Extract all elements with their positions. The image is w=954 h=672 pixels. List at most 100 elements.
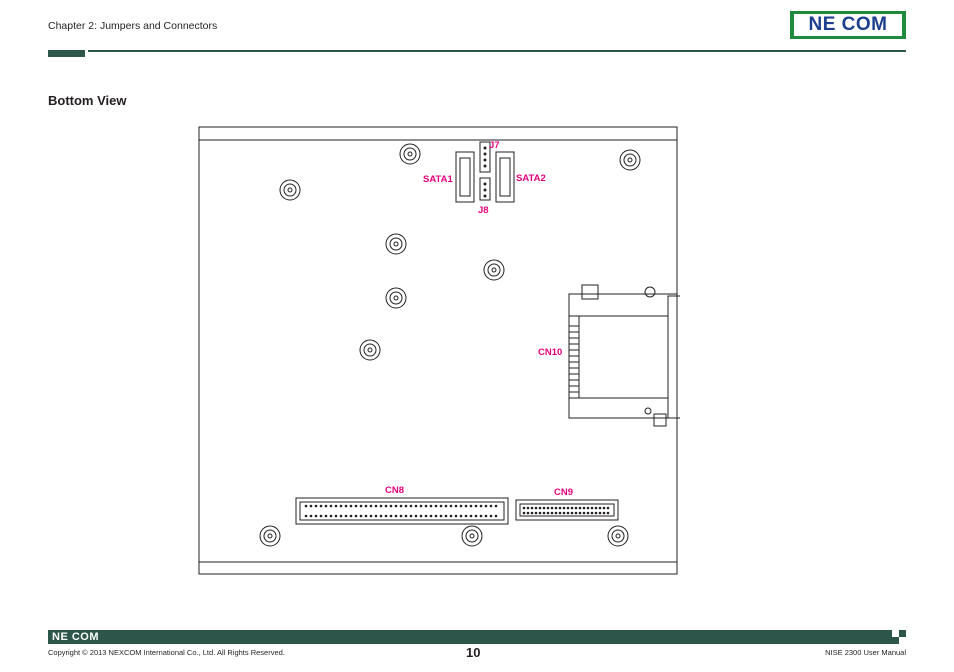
connector-pin [439, 504, 443, 508]
connector-pin [349, 504, 353, 508]
connector-pin [339, 514, 343, 518]
connector-pin [429, 504, 433, 508]
connector-pin [558, 506, 562, 510]
cn9-label: CN9 [554, 487, 573, 498]
connector-pin [479, 504, 483, 508]
connector-pin [570, 506, 574, 510]
connector-pin [534, 511, 538, 515]
connector-pin [494, 514, 498, 518]
connector-pin [379, 504, 383, 508]
connector-pin [598, 506, 602, 510]
connector-pin [314, 504, 318, 508]
connector-pin [344, 514, 348, 518]
footer-logo: NE COM [52, 631, 99, 643]
connector-pin [459, 504, 463, 508]
connector-pin [570, 511, 574, 515]
connector-pin [409, 514, 413, 518]
connector-pin [578, 506, 582, 510]
connector-pin [414, 504, 418, 508]
footer-bar [48, 630, 906, 644]
connector-pin [419, 504, 423, 508]
connector-pin [522, 506, 526, 510]
connector-pin [464, 514, 468, 518]
connector-pin [550, 506, 554, 510]
connector-pin [586, 506, 590, 510]
connector-pin [359, 514, 363, 518]
connector-pin [354, 504, 358, 508]
connector-pin [409, 504, 413, 508]
footer-square [899, 637, 906, 644]
connector-pin [374, 514, 378, 518]
connector-pin [454, 504, 458, 508]
connector-pin [349, 514, 353, 518]
board-diagram: J7 SATA1 SATA2 J8 CN10 CN8 CN9 [198, 126, 680, 575]
connector-pin [582, 506, 586, 510]
connector-pin [594, 511, 598, 515]
connector-pin [329, 514, 333, 518]
connector-pin [309, 504, 313, 508]
copyright: Copyright © 2013 NEXCOM International Co… [48, 648, 285, 657]
connector-pin [574, 511, 578, 515]
connector-pin [602, 511, 606, 515]
connector-pin [429, 514, 433, 518]
mounting-hole [279, 179, 301, 201]
connector-pin [594, 506, 598, 510]
connector-pin [562, 506, 566, 510]
connector-pin [474, 514, 478, 518]
manual-title: NISE 2300 User Manual [825, 648, 906, 657]
sata1-connector [455, 151, 475, 203]
connector-pin [578, 511, 582, 515]
connector-pin [424, 514, 428, 518]
sata2-label: SATA2 [516, 173, 546, 184]
connector-pin [419, 514, 423, 518]
connector-pin [522, 511, 526, 515]
connector-pin [334, 514, 338, 518]
connector-pin [379, 514, 383, 518]
connector-pin [474, 504, 478, 508]
connector-pin [530, 511, 534, 515]
connector-pin [424, 504, 428, 508]
header-rule-line [88, 50, 906, 52]
connector-pin [489, 504, 493, 508]
connector-pin [304, 504, 308, 508]
connector-pin [582, 511, 586, 515]
connector-pin [449, 514, 453, 518]
connector-pin [389, 504, 393, 508]
connector-pin [324, 514, 328, 518]
connector-pin [334, 504, 338, 508]
sata2-connector [495, 151, 515, 203]
connector-pin [538, 506, 542, 510]
connector-pin [434, 514, 438, 518]
connector-pin [602, 506, 606, 510]
cn9-connector [515, 499, 619, 521]
connector-pin [546, 511, 550, 515]
cn10-label: CN10 [538, 347, 562, 358]
connector-pin [399, 504, 403, 508]
connector-pin [404, 514, 408, 518]
board-outline [198, 126, 678, 575]
connector-pin [542, 511, 546, 515]
sata1-label: SATA1 [423, 174, 453, 185]
logo-text: NE COM [794, 14, 902, 36]
connector-pin [606, 511, 610, 515]
connector-pin [558, 511, 562, 515]
connector-pin [454, 514, 458, 518]
connector-pin [566, 506, 570, 510]
mounting-hole [461, 525, 483, 547]
connector-pin [384, 514, 388, 518]
connector-pin [369, 514, 373, 518]
j8-label: J8 [478, 205, 489, 216]
connector-pin [574, 506, 578, 510]
connector-pin [329, 504, 333, 508]
connector-pin [389, 514, 393, 518]
connector-pin [484, 514, 488, 518]
connector-pin [399, 514, 403, 518]
connector-pin [309, 514, 313, 518]
section-title: Bottom View [48, 93, 127, 108]
connector-pin [554, 511, 558, 515]
connector-pin [369, 504, 373, 508]
connector-pin [324, 504, 328, 508]
connector-pin [566, 511, 570, 515]
connector-pin [344, 504, 348, 508]
connector-pin [489, 514, 493, 518]
